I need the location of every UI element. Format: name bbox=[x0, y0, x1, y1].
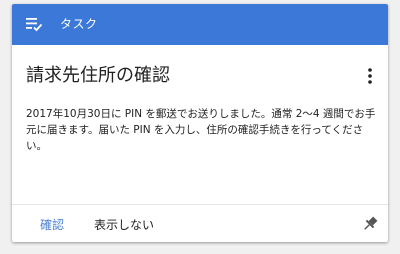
task-list-check-icon bbox=[26, 18, 43, 32]
more-vert-icon[interactable] bbox=[363, 67, 377, 85]
action-divider bbox=[12, 204, 388, 205]
pin-icon[interactable] bbox=[361, 215, 379, 233]
card-header: タスク bbox=[12, 4, 388, 45]
card-title: 請求先住所の確認 bbox=[26, 65, 170, 86]
confirm-button[interactable]: 確認 bbox=[40, 216, 64, 234]
task-card: タスク 請求先住所の確認 2017年10月30日に PIN を郵送でお送りしまし… bbox=[12, 4, 388, 242]
header-title: タスク bbox=[60, 17, 98, 31]
hide-button[interactable]: 表示しない bbox=[94, 216, 154, 234]
card-body-text: 2017年10月30日に PIN を郵送でお送りしました。通常 2～4 週間でお… bbox=[26, 108, 376, 152]
